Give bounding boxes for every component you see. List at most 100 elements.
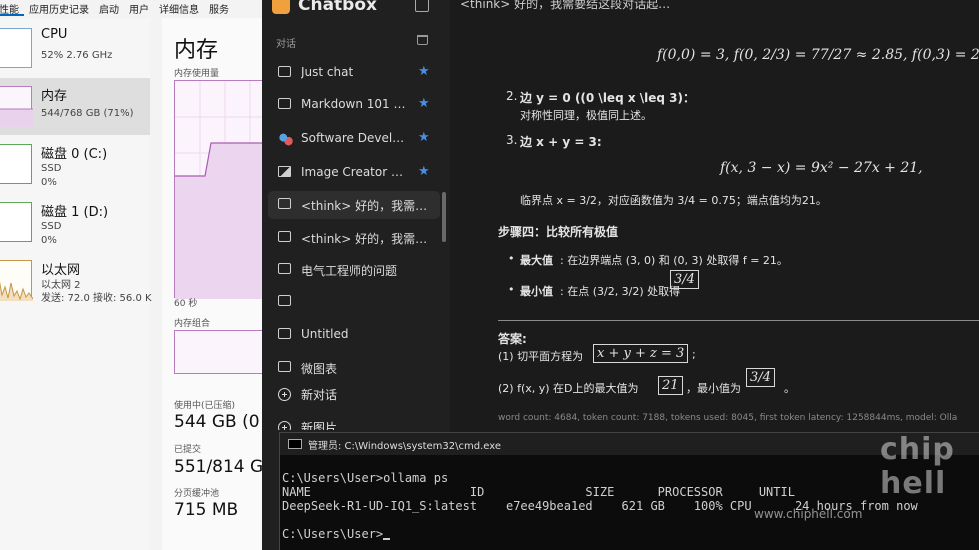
committed-value: 551/814 G: [174, 457, 262, 477]
memory-usage-label: 内存使用量: [174, 69, 220, 79]
conversation-item[interactable]: 电气工程师的问题: [268, 256, 440, 284]
min-text: : 在点 (3/2, 3/2) 处取得: [560, 285, 681, 298]
edge-y0-heading: 边 y = 0 ((0 \leq x \leq 3)：: [520, 91, 695, 105]
star-icon[interactable]: ★: [418, 96, 430, 111]
formula-f-values: f(0,0) = 3, f(0, 2/3) = 77/27 ≈ 2.85, f(…: [657, 47, 979, 63]
conversation-item[interactable]: Just chat ★: [268, 59, 440, 87]
edge-xy3-formula: f(x, 3 − x) = 9x² − 27x + 21,: [720, 160, 923, 176]
tab-users[interactable]: 用户: [124, 0, 154, 16]
disk-0-mini-graph: [0, 144, 32, 184]
chatbox-logo-icon: [272, 0, 290, 14]
divider: [498, 320, 979, 321]
cmd-icon: [288, 439, 302, 449]
tab-performance[interactable]: 性能: [0, 0, 24, 16]
paged-pool-value: 715 MB: [174, 500, 239, 520]
page-title: 内存: [174, 38, 219, 63]
conversation-item[interactable]: Untitled: [268, 321, 440, 349]
desktop: 性能 应用历史记录 启动 用户 详细信息 服务 CPU 52% 2.76 GHz…: [0, 0, 979, 550]
new-image-label: 新图片: [301, 421, 338, 430]
sidebar-item-label: 磁盘 0 (C:): [41, 147, 108, 162]
tab-startup[interactable]: 启动: [94, 0, 124, 16]
answer-2-mid: ，最小值为: [686, 382, 741, 395]
conversation-item[interactable]: <think> 好的，我需要…: [268, 224, 440, 252]
watermark-brand-bottom: hell: [880, 466, 947, 501]
list-number: 3.: [506, 133, 518, 147]
step4-heading: 步骤四：比较所有极值: [498, 225, 619, 239]
tab-services[interactable]: 服务: [204, 0, 234, 16]
disk-1-usage: 0%: [41, 235, 57, 246]
chat-bubble-icon: [278, 328, 291, 339]
cmd-command-line: C:\Users\User>ollama ps: [282, 471, 449, 485]
answer-2-max-box: 21: [658, 376, 683, 395]
cmd-titlebar[interactable]: 管理员: C:\Windows\system32\cmd.exe: [280, 433, 979, 455]
answer-heading: 答案:: [498, 332, 527, 346]
conversation-label: Just chat: [301, 65, 354, 79]
paged-pool-label: 分页缓冲池: [174, 489, 220, 499]
cpu-usage-text: 52% 2.76 GHz: [41, 50, 113, 61]
star-icon[interactable]: ★: [418, 64, 430, 79]
conversation-label: <think> 好的，我需要…: [301, 232, 429, 246]
conversation-label: Software Develo…: [301, 131, 406, 145]
chat-bubble-icon: [278, 361, 291, 372]
conversations-section-label: 对话: [276, 39, 296, 50]
conversation-item[interactable]: 微图表: [268, 354, 440, 382]
conversation-item[interactable]: [268, 288, 440, 316]
sidebar-item-disk-0[interactable]: 磁盘 0 (C:) SSD 0%: [0, 136, 150, 193]
star-icon[interactable]: ★: [418, 130, 430, 145]
collapse-sidebar-icon[interactable]: [415, 0, 429, 12]
sidebar-scrollbar[interactable]: [442, 192, 446, 242]
list-number: 2.: [506, 89, 518, 103]
max-text: : 在边界端点 (3, 0) 和 (0, 3) 处取得 f = 21。: [560, 254, 788, 267]
sidebar-item-label: CPU: [41, 27, 68, 42]
tab-details[interactable]: 详细信息: [154, 0, 204, 16]
cmd-prompt[interactable]: C:\Users\User>: [282, 527, 391, 541]
memory-composition-bar: [174, 330, 262, 374]
watermark-brand-top: chip: [880, 432, 955, 467]
disk-1-mini-graph: [0, 202, 32, 242]
conversation-label: Untitled: [301, 327, 349, 341]
disk-1-type: SSD: [41, 221, 62, 232]
software-developer-avatar-icon: [278, 132, 293, 146]
min-value-box: 3/4: [670, 270, 699, 289]
memory-usage-text: 544/768 GB (71%): [41, 108, 134, 119]
sidebar-item-disk-1[interactable]: 磁盘 1 (D:) SSD 0%: [0, 194, 150, 251]
conversation-item[interactable]: Image Creator (E… ★: [268, 159, 440, 187]
max-label: 最大值: [520, 254, 553, 267]
answer-2-end: 。: [784, 382, 795, 395]
image-icon: [278, 166, 291, 177]
performance-sidebar: CPU 52% 2.76 GHz 内存 544/768 GB (71%) 磁盘 …: [0, 18, 152, 550]
memory-usage-graph: [174, 80, 262, 299]
star-icon[interactable]: ★: [418, 164, 430, 179]
min-label: 最小值: [520, 285, 553, 298]
conversation-label: 电气工程师的问题: [301, 264, 398, 278]
conversation-title: <think> 好的，我需要结这段对话起…: [460, 0, 671, 11]
task-manager-tabs: 性能 应用历史记录 启动 用户 详细信息 服务: [0, 0, 262, 16]
app-title: Chatbox: [298, 0, 377, 15]
conversation-item[interactable]: Software Develo… ★: [268, 125, 440, 153]
new-chat-button[interactable]: 新对话: [278, 386, 337, 403]
sidebar-item-label: 内存: [41, 89, 68, 104]
cmd-window[interactable]: 管理员: C:\Windows\system32\cmd.exe C:\User…: [279, 432, 979, 550]
watermark-url: www.chiphell.com: [754, 507, 863, 521]
graph-time-label: 60 秒: [174, 299, 198, 309]
sidebar-item-cpu[interactable]: CPU 52% 2.76 GHz: [0, 20, 150, 77]
new-image-button[interactable]: 新图片: [278, 419, 337, 430]
chiphell-watermark: chip hell: [880, 432, 970, 522]
cmd-title: 管理员: C:\Windows\system32\cmd.exe: [308, 441, 502, 452]
tab-app-history[interactable]: 应用历史记录: [24, 0, 94, 16]
answer-1-end: ;: [692, 348, 696, 361]
chatbox-sidebar-content: Chatbox 对话 Just chat ★ Markdown 101 (… ★…: [262, 0, 450, 430]
sidebar-item-ethernet[interactable]: 以太网 以太网 2 发送: 72.0 接收: 56.0 K: [0, 252, 152, 309]
answer-2-text: (2) f(x, y) 在D上的最大值为: [498, 382, 639, 395]
sidebar-item-label: 磁盘 1 (D:): [41, 205, 109, 220]
chat-bubble-icon: [278, 231, 291, 242]
sidebar-item-memory[interactable]: 内存 544/768 GB (71%): [0, 78, 150, 135]
in-use-value: 544 GB (0: [174, 412, 260, 432]
trash-icon[interactable]: [417, 35, 428, 45]
edge-xy3-heading: 边 x + y = 3:: [520, 135, 602, 149]
image-plus-icon: [278, 421, 291, 430]
conversation-item[interactable]: Markdown 101 (… ★: [268, 91, 440, 119]
answer-2-min-box: 3/4: [746, 368, 775, 387]
plus-circle-icon: [278, 388, 291, 401]
conversation-item-active[interactable]: <think> 好的，我需要…: [268, 191, 440, 219]
